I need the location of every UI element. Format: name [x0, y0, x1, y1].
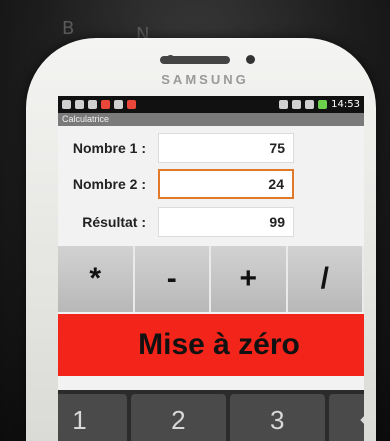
vibrate-icon	[279, 100, 289, 109]
divide-button[interactable]: /	[287, 246, 364, 312]
app-title: Calculatrice	[58, 113, 364, 126]
proximity-sensor	[246, 55, 255, 64]
number-2-label: Nombre 2 :	[72, 176, 146, 192]
bluetooth-icon	[292, 100, 302, 109]
key-1[interactable]: 1	[58, 394, 127, 441]
subtract-button[interactable]: -	[134, 246, 211, 312]
result-field: 99	[158, 207, 294, 237]
notification-icon	[101, 100, 110, 109]
status-time: 14:53	[331, 99, 360, 110]
earpiece	[160, 56, 230, 64]
result-label: Résultat :	[82, 214, 146, 230]
laptop-key-b: B	[62, 18, 75, 39]
battery-icon	[318, 100, 328, 109]
download-icon	[75, 100, 84, 109]
phone-brand: SAMSUNG	[161, 72, 249, 87]
reset-button[interactable]: Mise à zéro	[58, 314, 364, 376]
number-1-row: Nombre 1 : 75	[58, 132, 364, 164]
operator-row: * - + /	[58, 246, 364, 312]
download-icon	[88, 100, 97, 109]
result-row: Résultat : 99	[58, 206, 364, 238]
phone-screen: 14:53 Calculatrice Nombre 1 : 75 Nombre …	[58, 96, 364, 441]
mail-icon	[62, 100, 71, 109]
number-1-field[interactable]: 75	[158, 133, 294, 163]
number-2-row: Nombre 2 : 24	[58, 168, 364, 200]
delete-key[interactable]	[328, 394, 364, 441]
add-button[interactable]: +	[211, 246, 288, 312]
number-1-label: Nombre 1 :	[72, 140, 146, 156]
number-2-field[interactable]: 24	[158, 169, 294, 199]
status-bar: 14:53	[58, 96, 364, 113]
multiply-button[interactable]: *	[58, 246, 135, 312]
backspace-icon	[360, 413, 364, 427]
signal-icon	[305, 100, 315, 109]
notification-icon	[127, 100, 136, 109]
key-3[interactable]: 3	[229, 394, 325, 441]
key-2[interactable]: 2	[130, 394, 226, 441]
soft-keyboard: 1 2 3	[58, 390, 364, 441]
image-icon	[114, 100, 123, 109]
